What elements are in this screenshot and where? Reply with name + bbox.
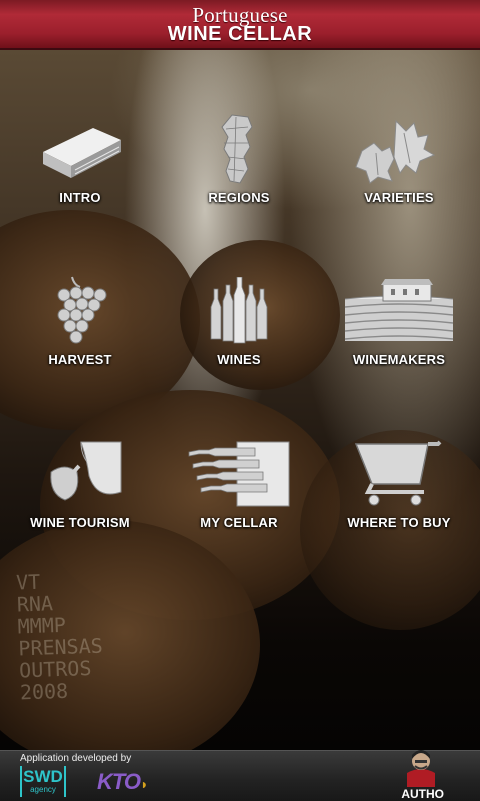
menu-harvest[interactable]: HARVEST xyxy=(0,247,160,367)
app-title-line2: WINE CELLAR xyxy=(167,23,313,45)
menu-regions-label: REGIONS xyxy=(208,190,270,205)
bottles-icon xyxy=(210,277,268,344)
menu-where-to-buy[interactable]: WHERE TO BUY xyxy=(319,410,479,530)
developed-by-label: Application developed by xyxy=(20,753,132,764)
menu-varieties[interactable]: VARIETIES xyxy=(319,85,479,205)
menu-winemakers-label: WINEMAKERS xyxy=(352,352,446,367)
menu-where-to-buy-label: WHERE TO BUY xyxy=(347,515,451,530)
author-avatar-icon[interactable] xyxy=(403,747,439,787)
swd-logo-main: SWD xyxy=(23,767,63,786)
menu-my-cellar-label: MY CELLAR xyxy=(200,515,278,530)
grape-cluster-icon xyxy=(57,276,107,344)
pouring-glass-icon xyxy=(50,441,122,501)
swd-logo-sub: agency xyxy=(30,785,56,794)
footer-bar: Application developed by SWD agency KTO◗… xyxy=(0,750,480,801)
menu-wine-tourism[interactable]: WINE TOURISM xyxy=(0,410,160,530)
portugal-map-icon xyxy=(221,114,253,184)
menu-wines[interactable]: WINES xyxy=(159,247,319,367)
menu-intro-label: INTRO xyxy=(59,190,101,205)
menu-varieties-label: VARIETIES xyxy=(364,190,434,205)
menu-winemakers[interactable]: WINEMAKERS xyxy=(319,247,479,367)
book-icon xyxy=(43,128,121,178)
shopping-cart-icon xyxy=(354,440,442,506)
barrel-chalk-writing: VT RNA MMMP PRENSAS OUTROS 2008 xyxy=(15,569,104,705)
sound-waves-icon: ◗ xyxy=(140,776,149,792)
menu-my-cellar[interactable]: MY CELLAR xyxy=(159,410,319,530)
app-header: Portuguese WINE CELLAR xyxy=(0,0,480,50)
bottle-rack-icon xyxy=(188,441,290,507)
menu-wine-tourism-label: WINE TOURISM xyxy=(30,515,130,530)
vineyard-house-icon xyxy=(344,279,454,341)
menu-wines-label: WINES xyxy=(217,352,261,367)
swd-agency-logo[interactable]: SWD agency xyxy=(20,766,66,797)
menu-harvest-label: HARVEST xyxy=(48,352,112,367)
vine-leaves-icon xyxy=(355,119,436,184)
menu-regions[interactable]: REGIONS xyxy=(159,85,319,205)
kto-logo-text: KTO xyxy=(97,769,141,794)
menu-intro[interactable]: INTRO xyxy=(0,85,160,205)
autho-label[interactable]: AUTHO xyxy=(401,787,444,801)
kto-logo[interactable]: KTO◗ xyxy=(97,769,149,795)
